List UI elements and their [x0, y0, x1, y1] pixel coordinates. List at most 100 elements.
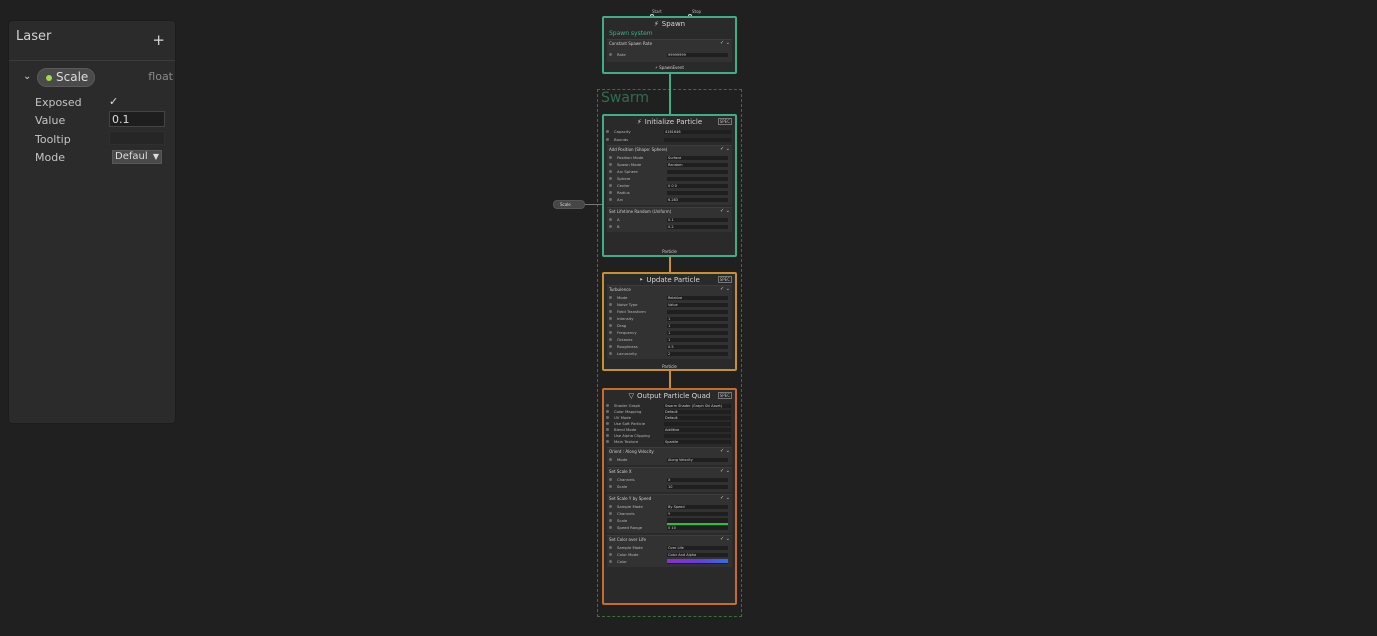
port[interactable]: [606, 428, 609, 431]
property-pill[interactable]: Scale: [37, 68, 95, 87]
port[interactable]: [606, 138, 609, 141]
color-gradient[interactable]: [667, 559, 728, 563]
port[interactable]: [609, 478, 612, 481]
space-badge[interactable]: SPEC: [717, 276, 732, 283]
block[interactable]: Set Scale Y by Speed ✓ ⌄ Sample Mode By Spe…: [607, 494, 732, 533]
row-field[interactable]: 2: [667, 352, 728, 356]
port[interactable]: [609, 191, 612, 194]
port[interactable]: [609, 485, 612, 488]
port[interactable]: [609, 338, 612, 341]
port[interactable]: [609, 512, 612, 515]
port[interactable]: [606, 130, 609, 133]
row-field[interactable]: 1: [667, 331, 728, 335]
port[interactable]: [609, 560, 612, 563]
port[interactable]: [609, 296, 612, 299]
port[interactable]: [609, 218, 612, 221]
port[interactable]: [606, 440, 609, 443]
row-field[interactable]: [667, 170, 728, 174]
update-context[interactable]: ‣ Update Particle SPEC Turbulence ✓ ⌄ Mode R…: [602, 272, 737, 371]
row-field[interactable]: Y: [667, 512, 728, 516]
port[interactable]: [609, 526, 612, 529]
spawn-system-name[interactable]: Spawn system: [609, 30, 653, 37]
row-field[interactable]: 99999999: [667, 53, 728, 57]
row-field[interactable]: 0.1: [667, 218, 728, 222]
block-toggle-icon[interactable]: ✓ ⌄: [720, 536, 730, 542]
output-context[interactable]: ▽ Output Particle Quad SPEC Shader Graph S…: [602, 388, 737, 605]
mode-dropdown[interactable]: Defaul ▼: [112, 150, 162, 164]
block[interactable]: Orient : Along Velocity ✓ ⌄ Mode Along Velo…: [607, 447, 732, 465]
port[interactable]: [609, 156, 612, 159]
row-field[interactable]: Surface: [667, 156, 728, 160]
port[interactable]: [609, 505, 612, 508]
port[interactable]: [609, 163, 612, 166]
row-field[interactable]: 10: [667, 485, 728, 489]
block-toggle-icon[interactable]: ✓ ⌄: [720, 495, 730, 501]
row-field[interactable]: [664, 434, 731, 438]
port[interactable]: [606, 404, 609, 407]
row-field[interactable]: [667, 191, 728, 195]
row-field[interactable]: [664, 138, 731, 142]
row-field[interactable]: 6.283: [667, 198, 728, 202]
port[interactable]: [606, 422, 609, 425]
port[interactable]: [606, 416, 609, 419]
row-field[interactable]: 1: [667, 338, 728, 342]
row-field[interactable]: 4161646: [664, 130, 731, 134]
port[interactable]: [609, 303, 612, 306]
port[interactable]: [609, 331, 612, 334]
port[interactable]: [609, 345, 612, 348]
block-toggle-icon[interactable]: ✓ ⌄: [720, 286, 730, 292]
spawn-context[interactable]: ⚡ Spawn Spawn system Constant Spawn Rate …: [602, 16, 737, 74]
space-badge[interactable]: SPEC: [717, 118, 732, 125]
space-badge[interactable]: SPEC: [717, 392, 732, 399]
row-field[interactable]: [667, 310, 728, 314]
row-field[interactable]: 0.5: [667, 345, 728, 349]
row-field[interactable]: Color And Alpha: [667, 553, 728, 557]
row-field[interactable]: 1: [667, 324, 728, 328]
port[interactable]: [609, 553, 612, 556]
row-field[interactable]: [664, 422, 731, 426]
row-field[interactable]: Random: [667, 163, 728, 167]
port[interactable]: [609, 198, 612, 201]
block-toggle-icon[interactable]: ✓ ⌄: [720, 146, 730, 152]
row-field[interactable]: 0 10: [667, 526, 728, 530]
property-row-scale[interactable]: ⌄ Scale float: [19, 67, 173, 89]
block-toggle-icon[interactable]: ✓ ⌄: [720, 40, 730, 46]
scale-curve[interactable]: [667, 518, 728, 525]
block-toggle-icon[interactable]: ✓ ⌄: [720, 468, 730, 474]
port[interactable]: [609, 352, 612, 355]
swarm-group-label[interactable]: Swarm: [601, 90, 649, 106]
port[interactable]: [609, 225, 612, 228]
block[interactable]: Turbulence ✓ ⌄ Mode Relative Noise Type Value…: [607, 285, 732, 359]
port[interactable]: [609, 519, 612, 522]
port[interactable]: [606, 434, 609, 437]
tooltip-field[interactable]: [109, 131, 165, 145]
block-constant-spawn-rate[interactable]: Constant Spawn Rate ✓ ⌄ Rate 99999999: [607, 39, 732, 62]
exposed-checkbox[interactable]: ✓: [109, 96, 121, 108]
block[interactable]: Set Scale X ✓ ⌄ Channels X Scale 10: [607, 467, 732, 492]
port[interactable]: [609, 53, 612, 56]
row-field[interactable]: 0 0 0: [667, 184, 728, 188]
block-toggle-icon[interactable]: ✓ ⌄: [720, 208, 730, 214]
row-field[interactable]: Sparkle: [664, 440, 731, 444]
port[interactable]: [609, 324, 612, 327]
row-field[interactable]: Additive: [664, 428, 731, 432]
row-field[interactable]: By Speed: [667, 505, 728, 509]
add-property-button[interactable]: +: [152, 33, 165, 48]
port[interactable]: [609, 458, 612, 461]
scale-parameter-node[interactable]: Scale: [553, 200, 585, 209]
row-field[interactable]: Default: [664, 410, 731, 414]
block-toggle-icon[interactable]: ✓ ⌄: [720, 448, 730, 454]
value-field[interactable]: 0.1: [109, 111, 165, 127]
row-field[interactable]: Value: [667, 303, 728, 307]
row-field[interactable]: Relative: [667, 296, 728, 300]
row-field[interactable]: Over Life: [667, 546, 728, 550]
port[interactable]: [609, 546, 612, 549]
port[interactable]: [609, 170, 612, 173]
port[interactable]: [609, 184, 612, 187]
row-field[interactable]: Along Velocity: [667, 458, 728, 462]
row-field[interactable]: 0.2: [667, 225, 728, 229]
port[interactable]: [609, 177, 612, 180]
block[interactable]: Set Color over Life ✓ ⌄ Sample Mode Over Li…: [607, 535, 732, 567]
row-field[interactable]: 1: [667, 317, 728, 321]
block[interactable]: Set Lifetime Random (Uniform) ✓ ⌄ A 0.1 B 0.2: [607, 207, 732, 232]
